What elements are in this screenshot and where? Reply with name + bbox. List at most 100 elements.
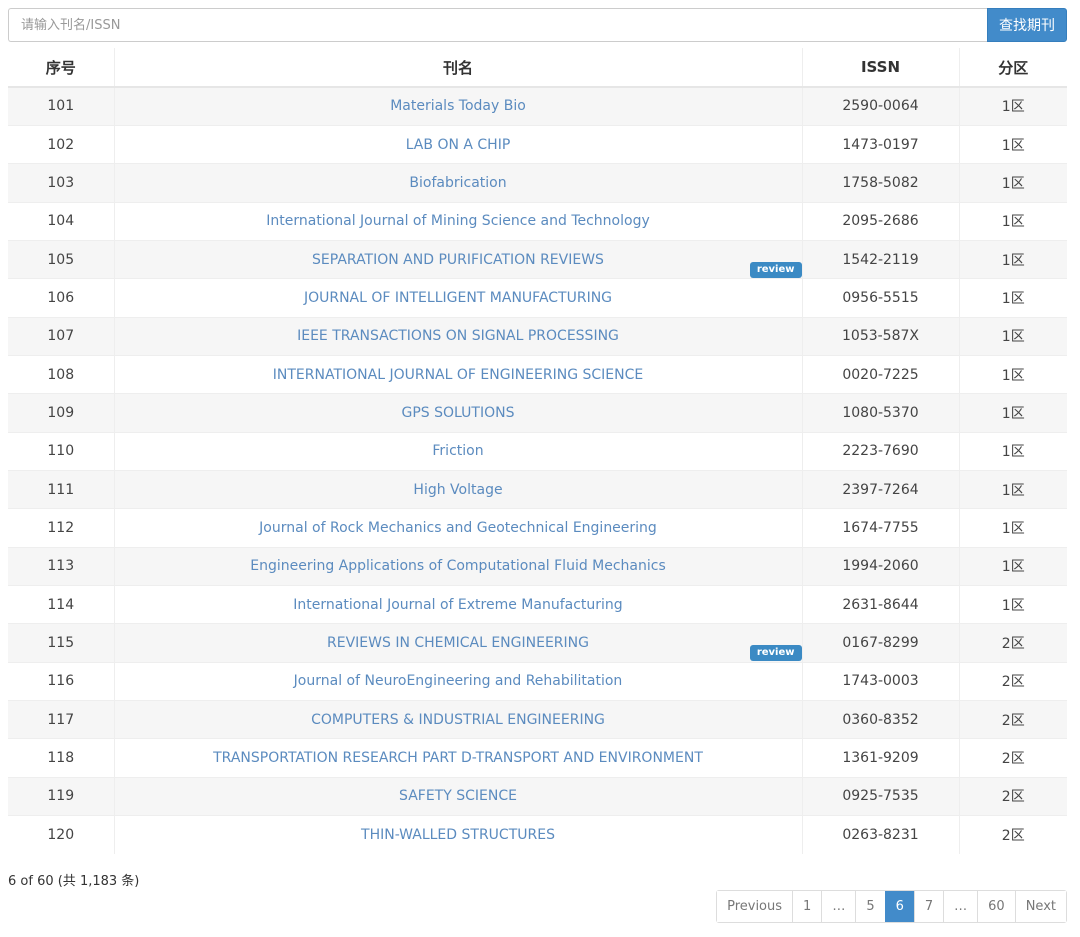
issn-cell: 1473-0197 — [802, 124, 960, 164]
review-badge: review — [749, 261, 802, 278]
table-row: 105 SEPARATION AND PURIFICATION REVIEWS re… — [8, 239, 1067, 279]
journal-name-cell: Journal of NeuroEngineering and Rehabili… — [114, 661, 803, 701]
journal-name-cell: SEPARATION AND PURIFICATION REVIEWS revie… — [114, 239, 803, 279]
search-button[interactable]: 查找期刊 — [987, 8, 1067, 42]
journal-link[interactable]: International Journal of Extreme Manufac… — [293, 597, 622, 613]
search-input[interactable] — [8, 8, 987, 42]
issn-cell: 1743-0003 — [802, 661, 960, 701]
page-ellipsis: … — [943, 891, 978, 922]
next-page-button[interactable]: Next — [1014, 891, 1066, 922]
zone-cell: 1区 — [959, 239, 1067, 279]
table-row: 104 International Journal of Mining Scien… — [8, 201, 1067, 241]
zone-cell: 1区 — [959, 316, 1067, 356]
row-index: 109 — [8, 393, 115, 433]
journal-link[interactable]: GPS SOLUTIONS — [402, 405, 515, 421]
table-row: 101 Materials Today Bio 2590-0064 1区 — [8, 86, 1067, 126]
header-journal-name: 刊名 — [114, 48, 803, 88]
journal-name-cell: JOURNAL OF INTELLIGENT MANUFACTURING — [114, 278, 803, 318]
row-index: 117 — [8, 699, 115, 739]
journal-link[interactable]: REVIEWS IN CHEMICAL ENGINEERING — [327, 635, 589, 651]
zone-cell: 1区 — [959, 124, 1067, 164]
journal-link[interactable]: SEPARATION AND PURIFICATION REVIEWS — [312, 252, 604, 268]
table-row: 117 COMPUTERS & INDUSTRIAL ENGINEERING 036… — [8, 699, 1067, 739]
issn-cell: 1674-7755 — [802, 508, 960, 548]
zone-cell: 2区 — [959, 699, 1067, 739]
journal-link[interactable]: IEEE TRANSACTIONS ON SIGNAL PROCESSING — [297, 328, 619, 344]
search-bar: 查找期刊 — [8, 8, 1067, 42]
journal-link[interactable]: THIN-WALLED STRUCTURES — [361, 827, 555, 843]
page-button[interactable]: 5 — [855, 891, 885, 922]
issn-cell: 0167-8299 — [802, 623, 960, 663]
zone-cell: 1区 — [959, 584, 1067, 624]
zone-cell: 1区 — [959, 86, 1067, 126]
journal-link[interactable]: International Journal of Mining Science … — [266, 213, 650, 229]
table-row: 112 Journal of Rock Mechanics and Geotech… — [8, 508, 1067, 548]
journal-name-cell: TRANSPORTATION RESEARCH PART D-TRANSPORT… — [114, 738, 803, 778]
journal-link[interactable]: JOURNAL OF INTELLIGENT MANUFACTURING — [304, 290, 612, 306]
row-index: 119 — [8, 776, 115, 816]
table-row: 114 International Journal of Extreme Manu… — [8, 584, 1067, 624]
table-row: 113 Engineering Applications of Computati… — [8, 546, 1067, 586]
journal-link[interactable]: TRANSPORTATION RESEARCH PART D-TRANSPORT… — [213, 750, 703, 766]
header-zone: 分区 — [959, 48, 1067, 88]
row-index: 115 — [8, 623, 115, 663]
zone-cell: 1区 — [959, 546, 1067, 586]
zone-cell: 2区 — [959, 661, 1067, 701]
table-row: 110 Friction 2223-7690 1区 — [8, 431, 1067, 471]
table-row: 106 JOURNAL OF INTELLIGENT MANUFACTURING 0… — [8, 278, 1067, 318]
issn-cell: 0020-7225 — [802, 354, 960, 394]
page-button[interactable]: 1 — [792, 891, 822, 922]
journal-name-cell: Friction — [114, 431, 803, 471]
journal-link[interactable]: Engineering Applications of Computationa… — [250, 558, 666, 574]
journal-link[interactable]: SAFETY SCIENCE — [399, 788, 517, 804]
journal-link[interactable]: COMPUTERS & INDUSTRIAL ENGINEERING — [311, 712, 605, 728]
journal-link[interactable]: Friction — [432, 443, 483, 459]
page-button[interactable]: 60 — [977, 891, 1015, 922]
journal-name-cell: GPS SOLUTIONS — [114, 393, 803, 433]
journal-link[interactable]: INTERNATIONAL JOURNAL OF ENGINEERING SCI… — [273, 367, 643, 383]
previous-page-button[interactable]: Previous — [717, 891, 793, 922]
zone-cell: 2区 — [959, 623, 1067, 663]
zone-cell: 1区 — [959, 163, 1067, 203]
journal-name-cell: Biofabrication — [114, 163, 803, 203]
row-index: 102 — [8, 124, 115, 164]
journal-link[interactable]: Biofabrication — [409, 175, 506, 191]
page-button[interactable]: 6 — [884, 891, 914, 922]
table-row: 102 LAB ON A CHIP 1473-0197 1区 — [8, 124, 1067, 164]
issn-cell: 1542-2119 — [802, 239, 960, 279]
journal-name-cell: INTERNATIONAL JOURNAL OF ENGINEERING SCI… — [114, 354, 803, 394]
table-row: 111 High Voltage 2397-7264 1区 — [8, 469, 1067, 509]
header-index: 序号 — [8, 48, 115, 88]
issn-cell: 1080-5370 — [802, 393, 960, 433]
row-index: 110 — [8, 431, 115, 471]
issn-cell: 2590-0064 — [802, 86, 960, 126]
journal-link[interactable]: Journal of Rock Mechanics and Geotechnic… — [259, 520, 657, 536]
issn-cell: 0956-5515 — [802, 278, 960, 318]
issn-cell: 1053-587X — [802, 316, 960, 356]
table-row: 120 THIN-WALLED STRUCTURES 0263-8231 2区 — [8, 815, 1067, 854]
row-index: 113 — [8, 546, 115, 586]
table-row: 116 Journal of NeuroEngineering and Rehab… — [8, 661, 1067, 701]
zone-cell: 1区 — [959, 393, 1067, 433]
pagination: Previous 1… 5 6 7… 60 Next — [716, 890, 1067, 923]
table-row: 108 INTERNATIONAL JOURNAL OF ENGINEERING … — [8, 354, 1067, 394]
journal-link[interactable]: Materials Today Bio — [390, 98, 526, 114]
zone-cell: 1区 — [959, 278, 1067, 318]
journal-name-cell: High Voltage — [114, 469, 803, 509]
page-button[interactable]: 7 — [913, 891, 944, 922]
table-row: 119 SAFETY SCIENCE 0925-7535 2区 — [8, 776, 1067, 816]
journal-link[interactable]: Journal of NeuroEngineering and Rehabili… — [294, 673, 623, 689]
table-row: 118 TRANSPORTATION RESEARCH PART D-TRANSP… — [8, 738, 1067, 778]
journal-link[interactable]: High Voltage — [413, 482, 502, 498]
issn-cell: 1994-2060 — [802, 546, 960, 586]
zone-cell: 1区 — [959, 469, 1067, 509]
journal-name-cell: COMPUTERS & INDUSTRIAL ENGINEERING — [114, 699, 803, 739]
journal-name-cell: International Journal of Extreme Manufac… — [114, 584, 803, 624]
issn-cell: 1361-9209 — [802, 738, 960, 778]
journal-name-cell: THIN-WALLED STRUCTURES — [114, 815, 803, 854]
journal-link[interactable]: LAB ON A CHIP — [406, 137, 511, 153]
row-index: 101 — [8, 86, 115, 126]
issn-cell: 2095-2686 — [802, 201, 960, 241]
row-index: 116 — [8, 661, 115, 701]
row-index: 111 — [8, 469, 115, 509]
